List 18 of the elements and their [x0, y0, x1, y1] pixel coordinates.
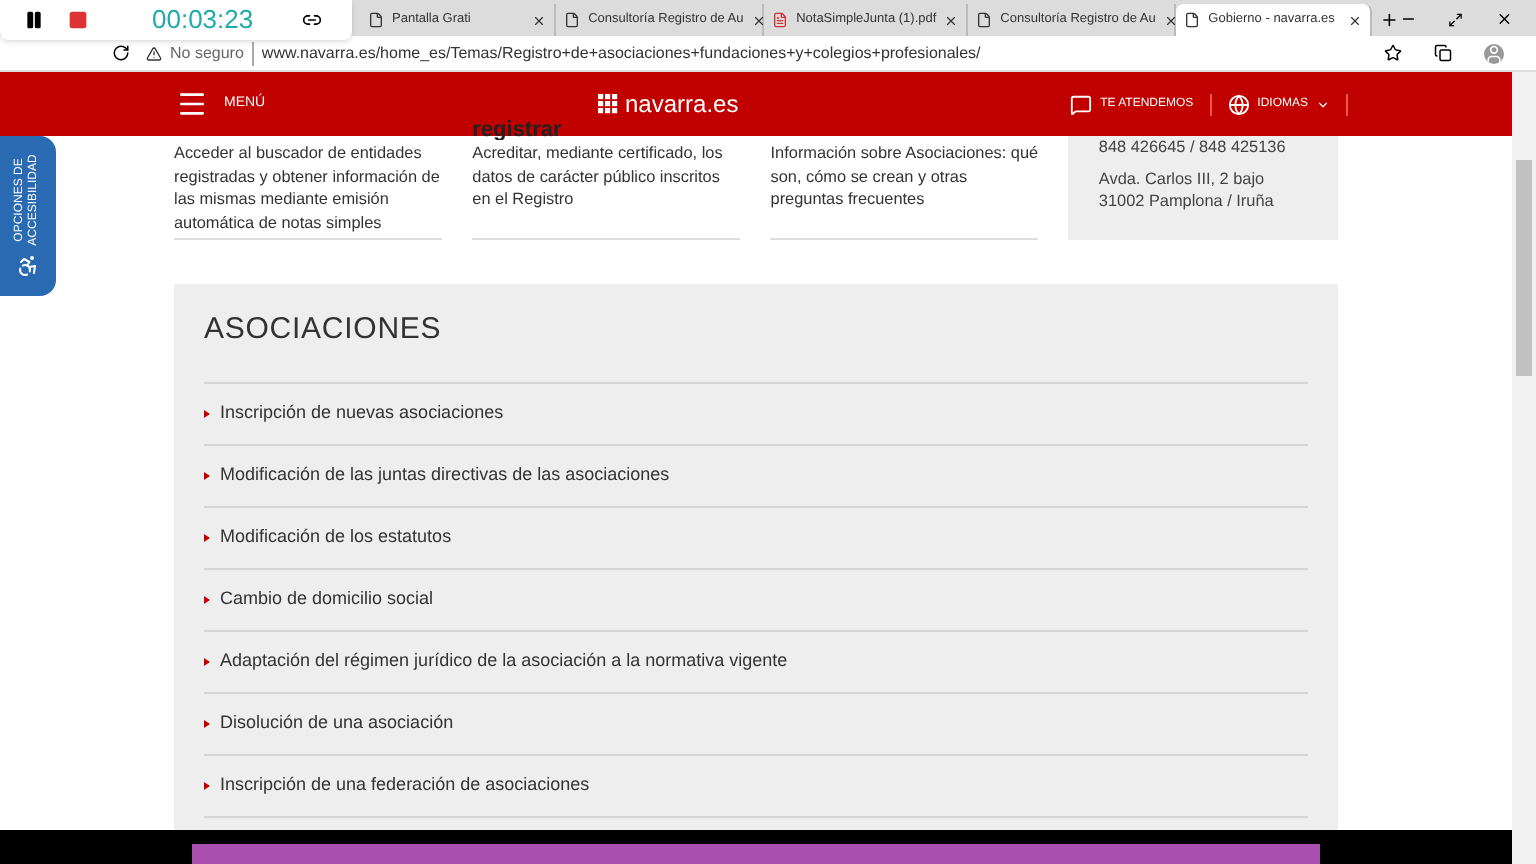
card-heading: registrar	[472, 120, 564, 140]
section-link[interactable]: Modificación de las juntas directivas de las asociaciones	[204, 445, 1308, 507]
card-text: Acreditar, mediante certificado, los datos de carácter público inscritos en el Registro	[472, 142, 725, 211]
site-logo[interactable]: navarra.es	[597, 86, 739, 122]
section-link[interactable]: Inscripción de una federación de asociaciones	[204, 755, 1308, 817]
section-link[interactable]: Disolución de una asociación	[204, 693, 1308, 755]
card-text: Acceder al buscador de entidades registradas y obtener información de las mismas mediante emisión automática de notas simples	[174, 142, 442, 234]
section-link[interactable]: Cambio de domicilio social	[204, 569, 1308, 631]
security-label: No seguro	[170, 41, 244, 65]
contact-line: 848 426645 / 848 425136	[1098, 136, 1288, 159]
section-title: ASOCIACIONES	[204, 308, 1308, 383]
card-text: Información sobre Asociaciones: qué son, cómo se crean y otras preguntas frecuentes	[770, 142, 1039, 211]
section-link[interactable]: Adaptación del régimen jurídico de la asociación a la normativa vigente	[204, 631, 1308, 693]
contact-line: 31002 Pamplona / Iruña	[1098, 190, 1276, 213]
contact-line: Avda. Carlos III, 2 bajo	[1098, 167, 1267, 190]
section-link[interactable]: Modificación de los estatutos	[204, 507, 1308, 569]
section-link[interactable]: Inscripción de nuevas asociaciones	[204, 383, 1308, 445]
recording-timer: 00:03:23	[152, 2, 254, 39]
